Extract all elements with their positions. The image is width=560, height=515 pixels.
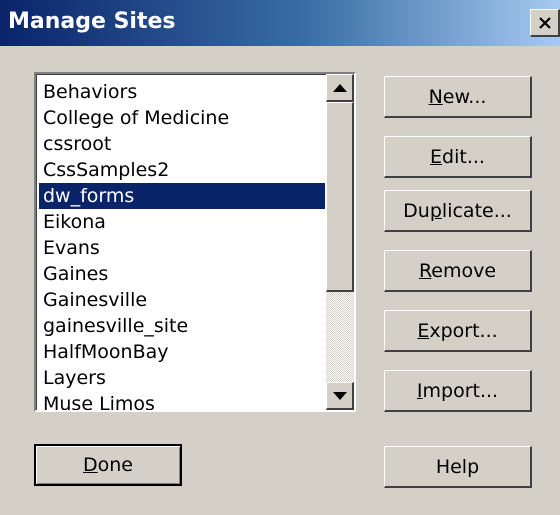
arrow-down-icon [332, 391, 347, 400]
site-list-item[interactable]: Eikona [39, 209, 325, 235]
import-button[interactable]: Import... [384, 370, 532, 412]
close-button[interactable] [530, 9, 560, 37]
scroll-up-button[interactable] [326, 74, 354, 102]
import-label-post: mport... [422, 379, 499, 402]
done-mnemonic: D [83, 454, 98, 476]
new-label-post: ew... [442, 85, 487, 108]
site-list-item[interactable]: Behaviors [39, 79, 325, 105]
export-mnemonic: E [417, 319, 430, 342]
remove-mnemonic: R [418, 259, 432, 282]
site-list-item[interactable]: Muse Limos [39, 391, 325, 410]
new-button[interactable]: New... [384, 76, 532, 118]
vertical-scrollbar[interactable] [326, 74, 354, 410]
site-list-item[interactable]: Gainesville [39, 287, 325, 313]
remove-button[interactable]: Remove [384, 250, 532, 292]
new-mnemonic: N [428, 85, 443, 108]
site-list-item[interactable]: College of Medicine [39, 105, 325, 131]
scrollbar-thumb[interactable] [326, 102, 354, 292]
arrow-up-icon [332, 83, 347, 92]
site-list-item[interactable]: cssroot [39, 131, 325, 157]
sites-listbox[interactable]: Behaviors College of Medicine cssroot CssSa… [34, 72, 356, 412]
site-list-item[interactable]: Gaines [39, 261, 325, 287]
duplicate-button[interactable]: Duplicate... [384, 190, 532, 232]
title-bar[interactable]: Manage Sites [0, 0, 560, 46]
site-list-item[interactable]: HalfMoonBay [39, 339, 325, 365]
site-list-item[interactable]: Evans [39, 235, 325, 261]
site-list-item[interactable]: dw_forms [39, 183, 325, 209]
close-icon [538, 16, 551, 29]
sites-list: Behaviors College of Medicine cssroot CssSa… [39, 79, 325, 410]
site-list-item[interactable]: CssSamples2 [39, 157, 325, 183]
duplicate-mnemonic: p [429, 199, 442, 222]
remove-label-post: emove [431, 259, 497, 282]
duplicate-label-pre: Du [403, 199, 430, 222]
done-button[interactable]: Done [34, 444, 182, 486]
help-button[interactable]: Help [384, 446, 532, 488]
edit-button[interactable]: Edit... [384, 136, 532, 178]
help-label: Help [435, 455, 480, 478]
dialog-title: Manage Sites [8, 9, 176, 34]
export-label-post: xport... [429, 319, 498, 342]
edit-label-post: dit... [442, 145, 485, 168]
duplicate-label-post: licate... [441, 199, 512, 222]
export-button[interactable]: Export... [384, 310, 532, 352]
site-list-item[interactable]: gainesville_site [39, 313, 325, 339]
manage-sites-dialog: Manage Sites Behaviors College of Medicin… [0, 0, 560, 515]
site-list-item[interactable]: Layers [39, 365, 325, 391]
scroll-down-button[interactable] [326, 382, 354, 410]
done-label-post: one [97, 454, 133, 476]
edit-mnemonic: E [430, 145, 443, 168]
